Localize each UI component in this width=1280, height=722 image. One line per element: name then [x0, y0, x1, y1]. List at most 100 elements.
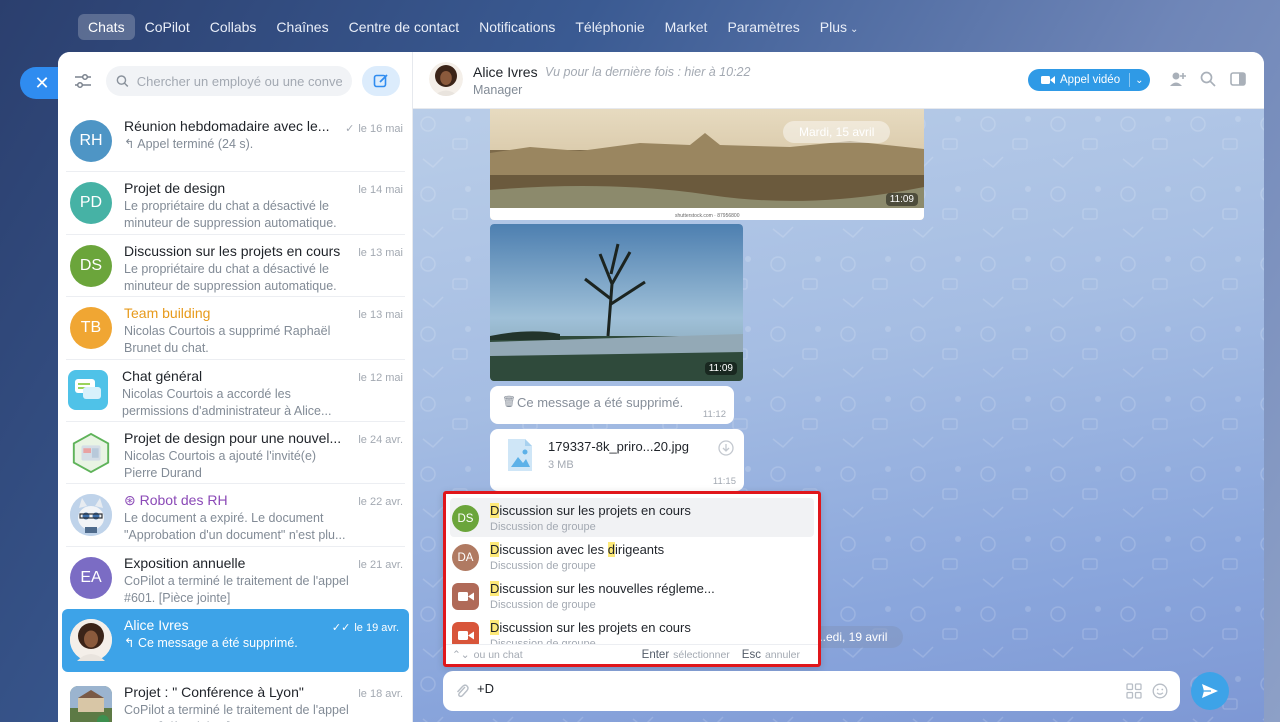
- sidebar-panel-icon[interactable]: [1229, 70, 1247, 88]
- chat-date-text: le 16 mai: [358, 123, 403, 135]
- chat-date: le 13 mai: [358, 246, 403, 259]
- chat-item[interactable]: TB Team building le 13 mai Nicolas Court…: [58, 297, 413, 360]
- message-input[interactable]: [477, 681, 1077, 696]
- chat-item[interactable]: Projet : " Conférence à Lyon" le 18 avr.…: [58, 672, 413, 722]
- mention-item[interactable]: DS Discussion sur les projets en cours D…: [450, 498, 814, 537]
- contact-avatar[interactable]: [429, 62, 463, 96]
- chat-title-text: Robot des RH: [139, 492, 228, 509]
- nav-telephony[interactable]: Téléphonie: [565, 14, 654, 40]
- message-time: 11:12: [702, 409, 726, 420]
- chat-date: le 13 mai: [358, 309, 403, 322]
- nav-channels[interactable]: Chaînes: [266, 14, 338, 40]
- video-camera-icon: [1041, 76, 1055, 84]
- chat-preview: Nicolas Courtois a ajouté l'invité(e) Pi…: [124, 448, 317, 480]
- chat-item[interactable]: PD Projet de design le 14 mai Le proprié…: [58, 172, 413, 235]
- footer-enter-hint: sélectionner: [673, 648, 730, 661]
- project-hexagon-icon: [70, 431, 112, 474]
- nav-contact-center[interactable]: Centre de contact: [339, 14, 470, 40]
- chat-title: Projet de design pour une nouvel...: [124, 429, 342, 446]
- mention-subtitle: Discussion de groupe: [490, 521, 596, 533]
- video-call-button[interactable]: Appel vidéo ⌄: [1028, 69, 1150, 91]
- chat-preview: ↰ Ce message a été supprimé.: [124, 636, 298, 651]
- avatar: PD: [70, 182, 112, 225]
- event-image-avatar: [70, 685, 112, 722]
- chat-item[interactable]: EA Exposition annuelle le 21 avr. CoPilo…: [58, 547, 413, 609]
- nav-chats[interactable]: Chats: [78, 14, 135, 40]
- file-message[interactable]: 179337-8k_priro...20.jpg 3 MB 11:15: [490, 429, 744, 491]
- new-chat-button[interactable]: [362, 66, 400, 96]
- chat-title: Projet de design: [124, 180, 226, 197]
- chat-item[interactable]: Projet de design pour une nouvel... le 2…: [58, 422, 413, 485]
- mention-item[interactable]: Discussion sur les nouvelles régleme... …: [446, 576, 818, 615]
- compose-icon: [373, 74, 388, 88]
- nav-notifications[interactable]: Notifications: [469, 14, 565, 40]
- chat-date: le 24 avr.: [358, 433, 403, 446]
- apps-grid-icon[interactable]: [1126, 683, 1142, 699]
- tree-landscape-image: [490, 224, 743, 381]
- chat-item[interactable]: Chat général le 12 mai Nicolas Courtois …: [58, 360, 413, 422]
- image-message[interactable]: 11:09: [490, 224, 743, 381]
- footer-chat-hint: ou un chat: [473, 648, 523, 661]
- chat-preview: Le propriétaire du chat a désactivé le m…: [124, 261, 337, 293]
- chevron-down-icon[interactable]: ⌄: [1135, 75, 1143, 86]
- download-icon[interactable]: [718, 440, 734, 456]
- chat-title: Projet : " Conférence à Lyon": [124, 683, 304, 700]
- close-button[interactable]: ✕: [20, 67, 60, 99]
- chat-date: le 21 avr.: [358, 558, 403, 571]
- chat-date: le 12 mai: [358, 371, 403, 384]
- footer-esc-hint: annuler: [764, 648, 800, 661]
- trash-icon: 🗑: [502, 396, 516, 408]
- search-icon[interactable]: [1199, 70, 1217, 88]
- chat-preview: Le propriétaire du chat a désactivé le m…: [124, 199, 337, 231]
- mention-item[interactable]: DA Discussion avec les dirigeants Discus…: [446, 537, 818, 576]
- mention-title: Discussion avec les dirigeants: [490, 542, 665, 557]
- chat-title: Team building: [124, 305, 211, 322]
- nav-more[interactable]: Plus ⌄: [810, 14, 869, 40]
- avatar: RH: [70, 120, 112, 162]
- chat-title: Exposition annuelle: [124, 554, 246, 571]
- robot-avatar: [70, 494, 112, 537]
- send-button[interactable]: [1191, 672, 1229, 710]
- nav-market[interactable]: Market: [655, 14, 718, 40]
- chevron-down-icon: ⌄: [850, 24, 859, 35]
- search-input[interactable]: [136, 73, 342, 89]
- file-name: 179337-8k_priro...20.jpg: [548, 439, 689, 454]
- chat-sidebar: RH Réunion hebdomadaire avec le... ✓le 1…: [58, 52, 413, 722]
- video-chat-icon: [452, 583, 479, 610]
- chat-item[interactable]: DS Discussion sur les projets en cours l…: [58, 235, 413, 298]
- chat-preview: Le document a expiré. Le document "Appro…: [124, 511, 346, 543]
- avatar: DS: [70, 244, 112, 287]
- chat-title: Réunion hebdomadaire avec le...: [124, 118, 330, 134]
- top-navigation: Chats CoPilot Collabs Chaînes Centre de …: [78, 12, 868, 42]
- mention-title: Discussion sur les nouvelles régleme...: [490, 581, 715, 596]
- chat-item[interactable]: RH Réunion hebdomadaire avec le... ✓ le 1…: [58, 110, 413, 173]
- add-user-icon[interactable]: [1169, 70, 1187, 88]
- paperclip-icon[interactable]: [455, 683, 469, 699]
- chat-title: Alice Ivres: [124, 617, 189, 634]
- mention-avatar: DS: [452, 505, 479, 532]
- mention-subtitle: Discussion de groupe: [490, 560, 596, 572]
- nav-collabs[interactable]: Collabs: [200, 14, 267, 40]
- chat-date: ✓✓ le 19 avr.: [332, 621, 399, 634]
- nav-more-label: Plus: [819, 19, 848, 35]
- avatar: TB: [70, 307, 112, 350]
- contact-name[interactable]: Alice Ivres: [473, 64, 538, 80]
- emoji-icon[interactable]: [1152, 683, 1168, 699]
- chat-date: ✓ le 16 mai: [345, 122, 403, 135]
- chat-item[interactable]: ⊛ Robot des RH le 22 avr. Le document a …: [58, 484, 413, 547]
- chat-bubbles-icon: [68, 369, 108, 410]
- chat-item-active[interactable]: Alice Ivres ✓✓ le 19 avr. ↰ Ce message a …: [62, 609, 409, 672]
- chat-date: le 14 mai: [358, 184, 403, 197]
- filter-icon[interactable]: [70, 68, 96, 94]
- read-check-icon: ✓: [345, 123, 355, 135]
- mention-suggestions-popup: DS Discussion sur les projets en cours D…: [443, 491, 821, 667]
- nav-copilot[interactable]: CoPilot: [135, 14, 200, 40]
- chat-date: le 18 avr.: [358, 687, 403, 700]
- double-check-icon: ✓✓: [331, 622, 351, 635]
- chat-title: Discussion sur les projets en cours: [124, 242, 341, 259]
- search-icon: [116, 75, 129, 87]
- deleted-message[interactable]: 🗑 Ce message a été supprimé. 11:12: [490, 386, 734, 424]
- image-watermark: shutterstock.com · 87956800: [675, 213, 740, 219]
- nav-settings[interactable]: Paramètres: [717, 14, 809, 40]
- mention-subtitle: Discussion de groupe: [490, 599, 596, 611]
